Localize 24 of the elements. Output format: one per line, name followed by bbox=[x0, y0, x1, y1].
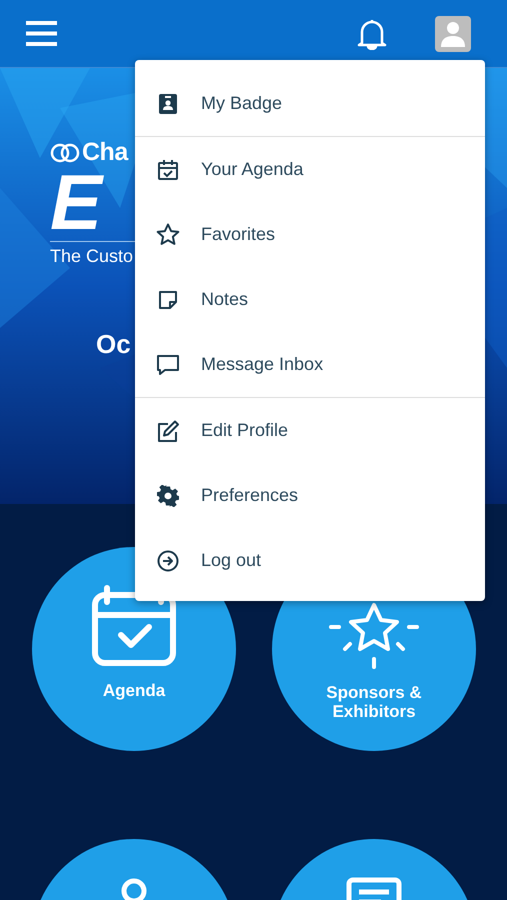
logo-text: Cha bbox=[82, 138, 128, 167]
menu-item[interactable]: My Badge bbox=[135, 71, 485, 136]
person-icon bbox=[441, 20, 465, 46]
menu-icon[interactable] bbox=[26, 21, 57, 46]
gear-icon bbox=[157, 484, 179, 506]
menu-item[interactable]: Your Agenda bbox=[135, 137, 485, 202]
note-icon bbox=[158, 290, 178, 310]
arrow-circle-icon bbox=[157, 550, 179, 572]
menu-item[interactable]: Edit Profile bbox=[135, 398, 485, 463]
star-icon bbox=[156, 223, 180, 246]
event-date: Oc bbox=[96, 329, 131, 359]
bell-icon[interactable] bbox=[357, 18, 387, 50]
menu-item[interactable]: Favorites bbox=[135, 202, 485, 267]
menu-item[interactable]: Message Inbox bbox=[135, 332, 485, 397]
chat-bubble-icon bbox=[156, 354, 180, 376]
tagline: The Custo bbox=[50, 246, 134, 266]
rings-icon bbox=[50, 142, 80, 162]
avatar-button[interactable] bbox=[435, 16, 471, 52]
event-logo-title: E bbox=[50, 167, 102, 237]
menu-item[interactable]: Preferences bbox=[135, 463, 485, 528]
menu-item[interactable]: Notes bbox=[135, 267, 485, 332]
calendar-check-icon bbox=[157, 158, 179, 180]
badge-icon bbox=[158, 92, 178, 114]
edit-icon bbox=[156, 420, 180, 442]
